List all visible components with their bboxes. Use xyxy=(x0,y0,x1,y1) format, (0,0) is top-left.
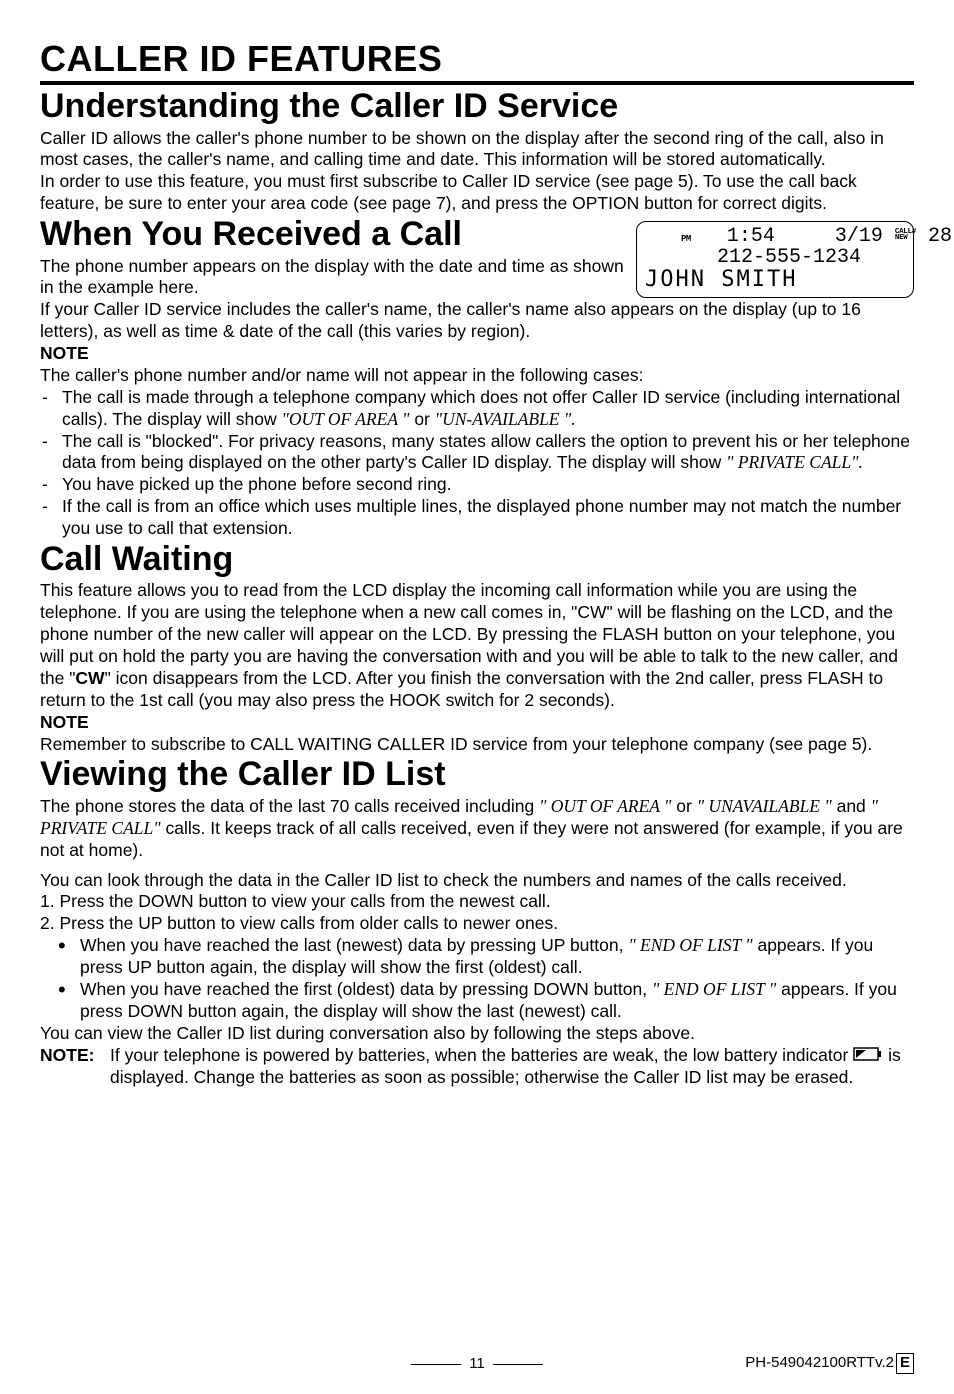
lcd-time: 1:54 xyxy=(727,225,775,248)
note1-item-2: The call is "blocked". For privacy reaso… xyxy=(58,431,914,475)
lcd-pm: PM xyxy=(681,234,691,244)
lcd-count: 28 xyxy=(928,225,952,248)
battery-low-icon xyxy=(853,1045,883,1067)
view-bullets: When you have reached the last (newest) … xyxy=(40,935,914,1023)
rev-box: E xyxy=(896,1353,914,1374)
doc-id: PH-549042100RTTv.2 xyxy=(745,1354,894,1371)
view-bullet-1: When you have reached the last (newest) … xyxy=(76,935,914,979)
para-callwait-note: Remember to subscribe to CALL WAITING CA… xyxy=(40,734,914,756)
note1-list: The call is made through a telephone com… xyxy=(40,387,914,540)
note2-body: If your telephone is powered by batterie… xyxy=(110,1045,914,1089)
note2-label: NOTE: xyxy=(40,1045,110,1089)
note-label-2: NOTE xyxy=(40,712,914,734)
para-view-3: You can view the Caller ID list during c… xyxy=(40,1023,914,1045)
note1-intro: The caller's phone number and/or name wi… xyxy=(40,365,914,387)
heading-understanding: Understanding the Caller ID Service xyxy=(40,85,914,128)
note1-item-1: The call is made through a telephone com… xyxy=(58,387,914,431)
para-understanding-2: In order to use this feature, you must f… xyxy=(40,171,914,215)
lcd-new-label: NEW xyxy=(895,234,908,242)
lcd-phone: 212-555-1234 xyxy=(717,246,861,269)
para-view-1: The phone stores the data of the last 70… xyxy=(40,796,914,862)
lcd-example: PM 1:54 3/19 CALL#NEW 28 212-555-1234 JO… xyxy=(636,221,914,298)
lcd-date: 3/19 xyxy=(835,225,883,248)
page-title: CALLER ID FEATURES xyxy=(40,36,914,81)
lcd-name: JOHN SMITH xyxy=(645,268,905,291)
note1-item-4: If the call is from an office which uses… xyxy=(58,496,914,540)
page-footer: 11 PH-549042100RTTv.2E xyxy=(40,1355,914,1374)
heading-viewing: Viewing the Caller ID List xyxy=(40,753,914,796)
note-label: NOTE xyxy=(40,343,914,365)
page-number: 11 xyxy=(469,1355,485,1372)
heading-callwaiting: Call Waiting xyxy=(40,538,914,581)
para-understanding-1: Caller ID allows the caller's phone numb… xyxy=(40,128,914,172)
para-callwait: This feature allows you to read from the… xyxy=(40,580,914,711)
para-received-2: If your Caller ID service includes the c… xyxy=(40,299,914,343)
para-view-2: You can look through the data in the Cal… xyxy=(40,870,914,892)
view-step-2: 2. Press the UP button to view calls fro… xyxy=(40,913,914,935)
view-step-1: 1. Press the DOWN button to view your ca… xyxy=(40,891,914,913)
note1-item-3: You have picked up the phone before seco… xyxy=(58,474,914,496)
note2-row: NOTE: If your telephone is powered by ba… xyxy=(40,1045,914,1089)
view-bullet-2: When you have reached the first (oldest)… xyxy=(76,979,914,1023)
